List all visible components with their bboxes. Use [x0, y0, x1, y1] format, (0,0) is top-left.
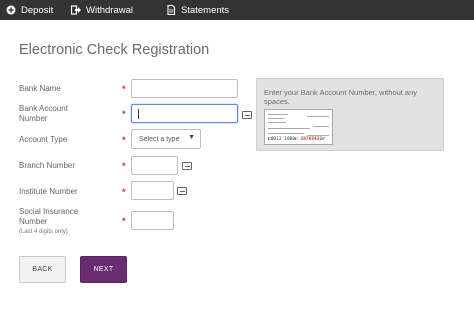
tab-deposit-label: Deposit — [21, 4, 54, 16]
required-marker: * — [122, 109, 126, 119]
cheque-line — [268, 114, 288, 115]
branch-number-input[interactable] — [131, 156, 178, 175]
file-icon — [167, 5, 176, 15]
back-button[interactable]: BACK — [19, 256, 66, 283]
tab-withdrawal-label: Withdrawal — [86, 4, 133, 16]
help-text: Enter your Bank Account Number, without … — [264, 88, 417, 106]
micr-suffix: ⑈ — [322, 137, 325, 142]
cheque-icon[interactable] — [182, 162, 192, 170]
cheque-line — [268, 118, 284, 119]
required-marker: * — [122, 161, 126, 171]
tab-statements-label: Statements — [181, 4, 230, 16]
bank-account-number-label: Bank Account Number — [19, 104, 68, 123]
cheque-line — [307, 116, 329, 117]
social-insurance-number-input[interactable] — [131, 211, 174, 230]
bank-name-input[interactable] — [131, 79, 238, 98]
top-nav-bar: Deposit Withdrawal Statements — [0, 0, 474, 20]
required-marker: * — [122, 187, 126, 197]
plus-circle-icon — [6, 5, 16, 15]
account-type-selected: Select a type — [139, 135, 180, 143]
bank-name-label: Bank Name — [19, 84, 61, 93]
cheque-icon[interactable] — [242, 111, 252, 119]
branch-number-label: Branch Number — [19, 161, 76, 170]
sin-hint: (Last 4 digits only) — [19, 229, 68, 235]
cheque-sample-image: ⑆0012 1000⑆ 38765432⑈ — [264, 109, 333, 145]
required-marker: * — [122, 84, 126, 94]
account-type-label: Account Type — [19, 135, 68, 144]
cheque-line — [268, 128, 310, 129]
cheque-line — [268, 133, 304, 134]
chevron-down-icon: ▼ — [188, 134, 195, 141]
cheque-micr-line: ⑆0012 1000⑆ 38765432⑈ — [268, 136, 325, 142]
tab-statements[interactable]: Statements — [166, 0, 229, 20]
sign-out-icon — [71, 5, 81, 15]
bank-account-number-input[interactable] — [131, 104, 238, 123]
cheque-line — [313, 126, 329, 127]
required-marker: * — [122, 216, 126, 226]
institute-number-label: Institute Number — [19, 187, 78, 196]
tab-withdrawal[interactable]: Withdrawal — [71, 0, 133, 20]
cheque-line — [268, 122, 286, 123]
page-title: Electronic Check Registration — [19, 42, 210, 58]
required-marker: * — [122, 135, 126, 145]
text-cursor — [138, 109, 139, 119]
cheque-icon[interactable] — [177, 187, 187, 195]
micr-prefix: ⑆0012 1000⑆ — [268, 137, 298, 142]
next-button[interactable]: NEXT — [80, 256, 127, 283]
tab-deposit[interactable]: Deposit — [6, 0, 53, 20]
micr-account-number: 38765432 — [300, 137, 323, 142]
help-panel: Enter your Bank Account Number, without … — [256, 78, 444, 151]
social-insurance-number-label: Social Insurance Number — [19, 207, 79, 226]
account-type-select[interactable]: Select a type ▼ — [131, 129, 201, 149]
institute-number-input[interactable] — [131, 181, 174, 200]
